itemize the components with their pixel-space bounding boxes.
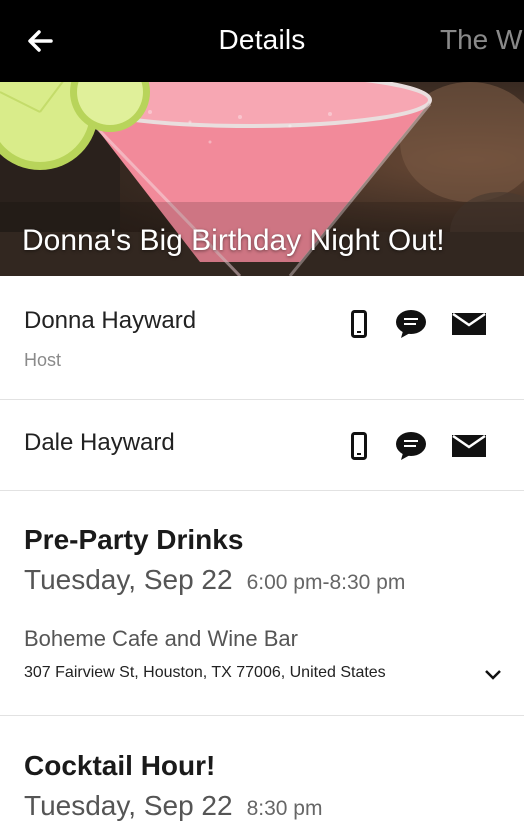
event-item: Pre-Party Drinks Tuesday, Sep 22 6:00 pm-… xyxy=(0,490,524,715)
message-icon xyxy=(396,432,426,460)
email-button[interactable] xyxy=(452,429,486,463)
call-button[interactable] xyxy=(342,307,376,341)
expand-location-button[interactable] xyxy=(478,660,508,690)
phone-icon xyxy=(351,310,367,338)
event-hero-image: Donna's Big Birthday Night Out! xyxy=(0,82,524,276)
event-title: Pre-Party Drinks xyxy=(24,524,244,555)
event-date: Tuesday, Sep 22 xyxy=(24,564,233,595)
phone-icon xyxy=(351,432,367,460)
event-date: Tuesday, Sep 22 xyxy=(24,790,233,821)
contact-name: Donna Hayward xyxy=(24,307,197,334)
event-time: 6:00 pm-8:30 pm xyxy=(246,571,406,594)
event-title: Cocktail Hour! xyxy=(24,750,216,781)
event-datetime: Tuesday, Sep 22 8:30 pm xyxy=(24,790,322,822)
app-header: Details The W xyxy=(0,0,524,82)
event-name: Donna's Big Birthday Night Out! xyxy=(22,224,445,257)
next-screen-title: The W xyxy=(440,24,523,55)
email-button[interactable] xyxy=(452,307,486,341)
message-button[interactable] xyxy=(394,429,428,463)
email-icon xyxy=(452,435,486,457)
contact-row-host: Donna Hayward Host xyxy=(0,276,524,400)
contact-row-cohost: Dale Hayward xyxy=(0,399,524,491)
event-address[interactable]: 307 Fairview St, Houston, TX 77006, Unit… xyxy=(24,664,386,682)
contact-role: Host xyxy=(24,350,62,370)
event-datetime: Tuesday, Sep 22 6:00 pm-8:30 pm xyxy=(24,564,405,596)
message-button[interactable] xyxy=(394,307,428,341)
event-time: 8:30 pm xyxy=(246,797,323,820)
email-icon xyxy=(452,313,486,335)
event-item: Cocktail Hour! Tuesday, Sep 22 8:30 pm xyxy=(0,716,524,821)
event-venue: Boheme Cafe and Wine Bar xyxy=(24,626,298,651)
contact-name: Dale Hayward xyxy=(24,429,175,456)
message-icon xyxy=(396,310,426,338)
chevron-down-icon xyxy=(485,670,501,680)
call-button[interactable] xyxy=(342,429,376,463)
